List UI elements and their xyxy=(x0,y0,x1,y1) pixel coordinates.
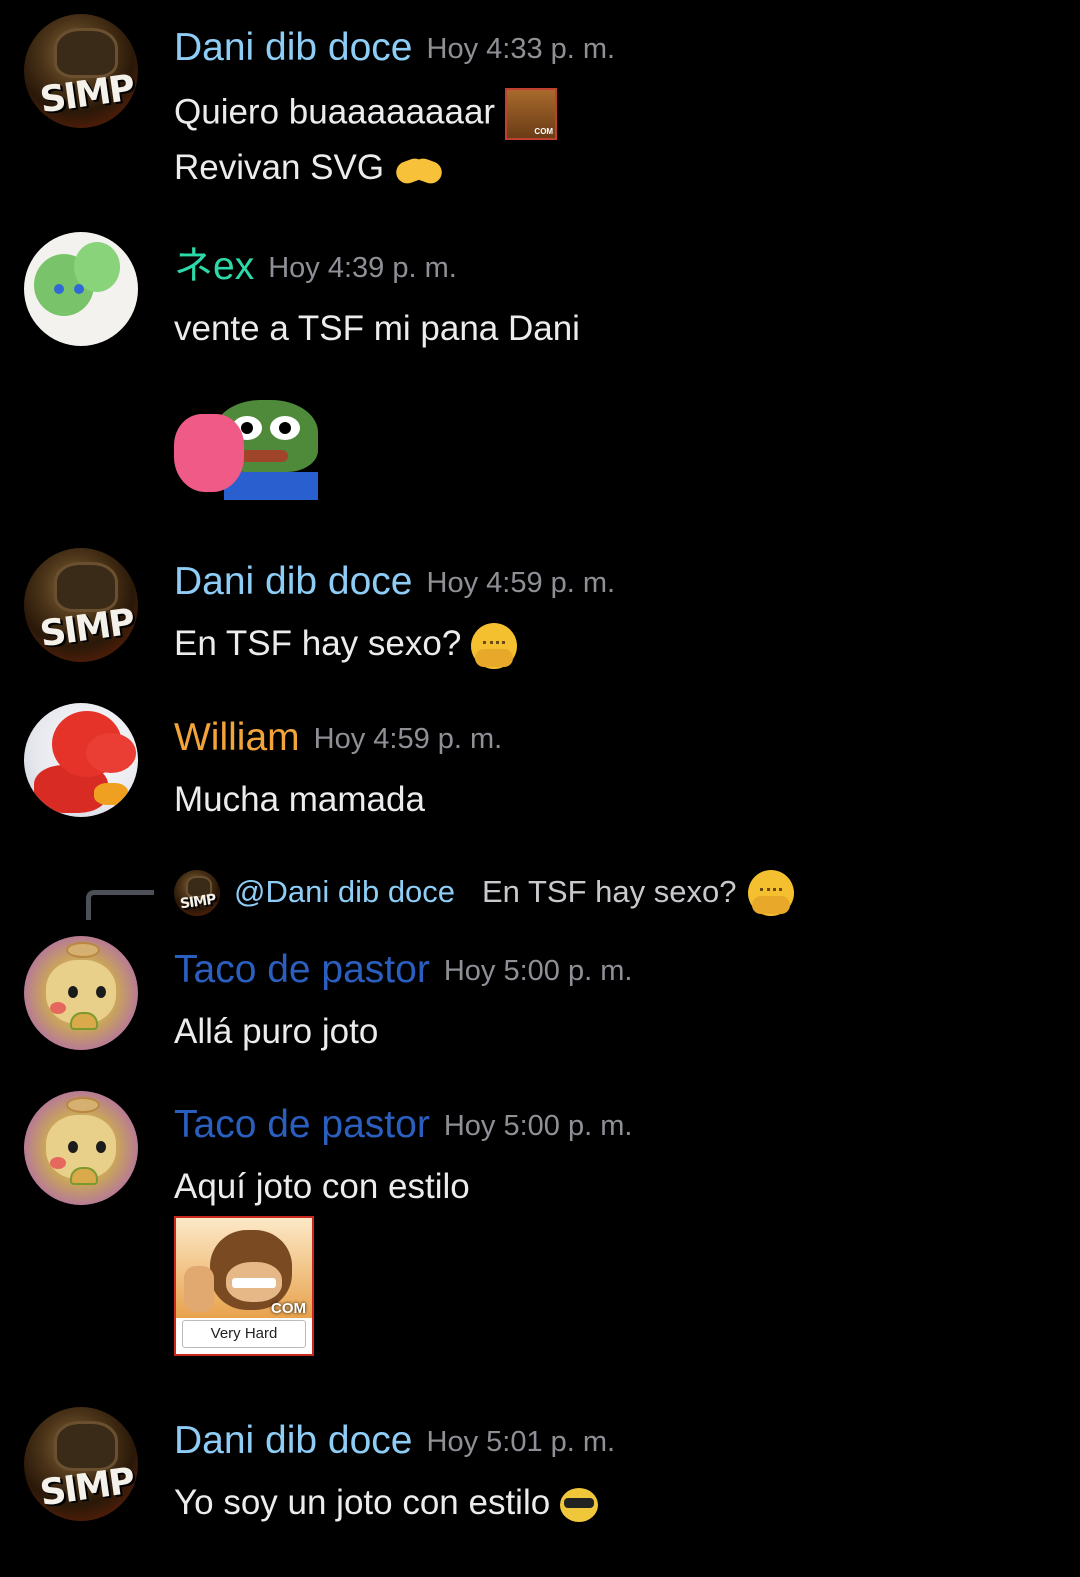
timestamp: Hoy 5:01 p. m. xyxy=(426,1426,616,1458)
reply-mention[interactable]: @Dani dib doce xyxy=(234,874,455,910)
reply-connector xyxy=(86,890,154,920)
message-text: Allá puro joto xyxy=(174,1012,379,1051)
author-name[interactable]: Taco de pastor Hoy 5:00 p. m. xyxy=(174,946,632,995)
author-name[interactable]: Dani dib doce Hoy 5:01 p. m. xyxy=(174,1417,615,1466)
simp-avatar[interactable]: SIMP xyxy=(24,1407,138,1521)
yoshi-avatar[interactable] xyxy=(24,232,138,346)
message-text: Quiero buaaaaaaaar xyxy=(174,88,558,154)
author-name[interactable]: Dani dib doce Hoy 4:59 p. m. xyxy=(174,558,615,607)
simp-avatar: SIMP xyxy=(174,870,220,916)
author-name[interactable]: ネex Hoy 4:39 p. m. xyxy=(174,243,457,292)
author-name[interactable]: Taco de pastor Hoy 5:00 p. m. xyxy=(174,1101,632,1150)
message-text: En TSF hay sexo? xyxy=(174,622,518,669)
timestamp: Hoy 5:00 p. m. xyxy=(443,955,633,987)
timestamp: Hoy 4:33 p. m. xyxy=(426,33,616,65)
image-label: Very Hard xyxy=(182,1320,306,1348)
pikachu-taco-avatar[interactable] xyxy=(24,1091,138,1205)
author-name[interactable]: Dani dib doce Hoy 4:33 p. m. xyxy=(174,24,615,73)
message-text: Yo soy un joto con estilo xyxy=(174,1481,599,1525)
blush-emoji xyxy=(748,870,794,916)
timestamp: Hoy 4:59 p. m. xyxy=(313,723,503,755)
timestamp: Hoy 5:00 p. m. xyxy=(443,1110,633,1142)
blush-emoji xyxy=(471,622,518,669)
message-text: Revivan SVG xyxy=(174,146,445,190)
simp-avatar[interactable]: SIMP xyxy=(24,548,138,662)
message-text: vente a TSF mi pana Dani xyxy=(174,309,580,348)
pikachu-taco-avatar[interactable] xyxy=(24,936,138,1050)
timestamp: Hoy 4:39 p. m. xyxy=(268,252,457,284)
donkey-kong-image[interactable]: COM Very Hard xyxy=(174,1216,314,1356)
timestamp: Hoy 4:59 p. m. xyxy=(426,567,616,599)
pepe-heart-sticker[interactable] xyxy=(174,392,318,500)
handshake-emoji xyxy=(393,150,445,190)
red-yoshi-avatar[interactable] xyxy=(24,703,138,817)
author-name[interactable]: William Hoy 4:59 p. m. xyxy=(174,714,502,763)
donkey-kong-emoji xyxy=(505,88,558,154)
cool-sunglasses-emoji xyxy=(560,1487,599,1522)
simp-avatar[interactable]: SIMP xyxy=(24,14,138,128)
reply-text: En TSF hay sexo? xyxy=(482,874,737,909)
message-text: Mucha mamada xyxy=(174,780,425,819)
message-text: Aquí joto con estilo xyxy=(174,1167,470,1206)
